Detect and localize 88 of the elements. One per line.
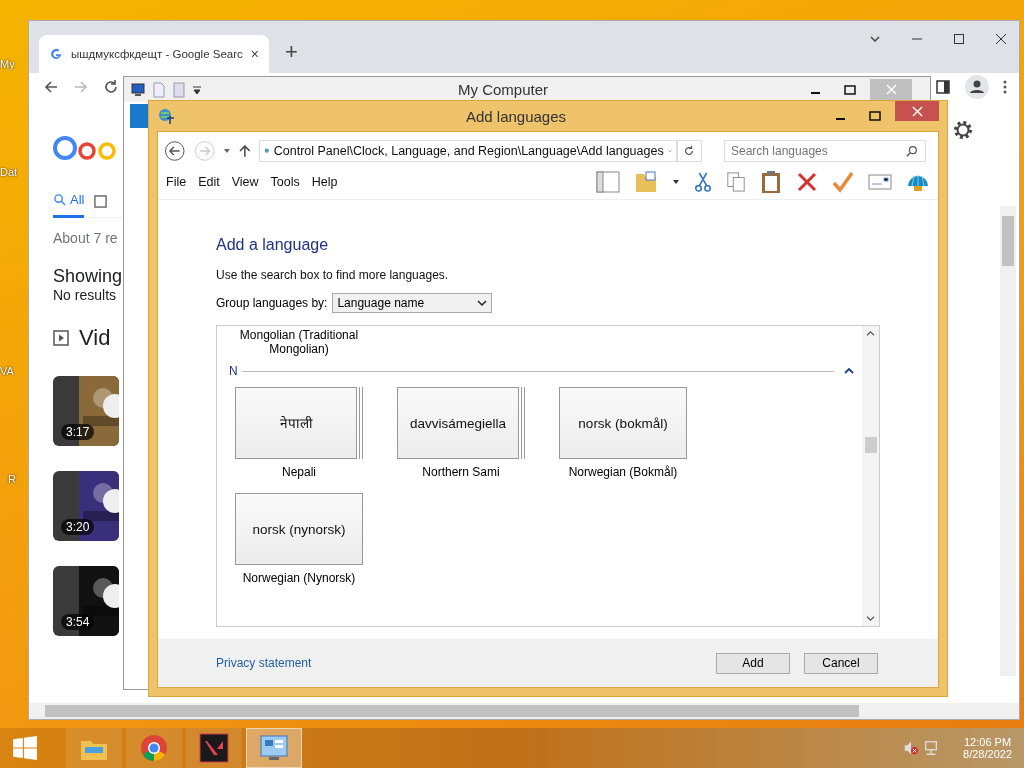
- refresh-button[interactable]: [676, 140, 702, 162]
- close-icon: [911, 105, 923, 117]
- back-icon[interactable]: [43, 79, 59, 95]
- reload-icon[interactable]: [103, 79, 119, 95]
- hint-text: Use the search box to find more languages.: [216, 268, 450, 282]
- sidebar-icon[interactable]: [935, 79, 951, 95]
- browser-tab[interactable]: ышдмуксфкдещт - Google Searc ×: [39, 35, 269, 73]
- chevron-down-icon[interactable]: [869, 33, 881, 45]
- logo-icon: [199, 733, 229, 763]
- close-tab-button[interactable]: ×: [250, 46, 259, 62]
- scroll-up-icon[interactable]: [866, 330, 875, 337]
- language-name: Norwegian (Bokmål): [568, 465, 678, 479]
- video-duration: 3:20: [61, 519, 95, 535]
- add-button[interactable]: Add: [716, 652, 790, 674]
- menu-icon[interactable]: [1003, 79, 1007, 95]
- close-button[interactable]: [895, 101, 939, 121]
- dropdown-icon[interactable]: [192, 84, 202, 95]
- clock-time: 12:06 PM: [964, 736, 1012, 748]
- checkmark-icon[interactable]: [832, 171, 854, 193]
- menu-item[interactable]: Tools: [270, 175, 300, 189]
- result-stats: About 7 re: [53, 230, 119, 246]
- window-title: Add languages: [464, 107, 568, 125]
- control-panel-taskbar-button[interactable]: [246, 728, 302, 768]
- image-icon[interactable]: [94, 194, 108, 208]
- maximize-icon[interactable]: [953, 33, 965, 45]
- videos-heading: Vid: [79, 325, 111, 351]
- dropdown-icon[interactable]: [223, 147, 231, 155]
- language-name: Northern Sami: [422, 465, 500, 479]
- clipboard-icon[interactable]: [760, 170, 782, 194]
- copy-icon[interactable]: [726, 171, 746, 193]
- no-results-text: No results: [53, 287, 118, 303]
- close-icon: [885, 84, 897, 95]
- back-icon[interactable]: [164, 140, 186, 162]
- chrome-taskbar-button[interactable]: [126, 728, 182, 768]
- menu-item[interactable]: Edit: [198, 175, 220, 189]
- clock-date: 8/28/2022: [963, 748, 1012, 760]
- search-field[interactable]: Search languages: [724, 140, 926, 162]
- language-name: Mongolian (Traditional Mongolian): [238, 328, 360, 356]
- valorant-taskbar-button[interactable]: [186, 728, 242, 768]
- video-duration: 3:54: [61, 614, 95, 630]
- monitor-icon: [259, 733, 289, 763]
- group-dropdown[interactable]: Language name: [332, 293, 493, 313]
- collapse-icon[interactable]: [844, 367, 854, 375]
- scroll-down-icon[interactable]: [866, 615, 875, 622]
- cancel-button[interactable]: Cancel: [804, 652, 878, 674]
- video-duration: 3:17: [61, 424, 95, 440]
- group-label: Group languages by:: [216, 296, 328, 310]
- close-icon[interactable]: [995, 33, 1007, 45]
- window-title: My Computer: [458, 81, 550, 98]
- scroll-thumb[interactable]: [864, 437, 877, 453]
- computer-icon: [130, 81, 146, 98]
- up-icon[interactable]: [238, 144, 251, 158]
- maximize-icon[interactable]: [869, 110, 881, 122]
- search-tab[interactable]: All: [53, 184, 85, 218]
- language-tile[interactable]: norsk (bokmål): [559, 387, 687, 459]
- address-bar[interactable]: Control Panel\Clock, Language, and Region\Language\Add languages: [258, 140, 677, 162]
- privacy-link[interactable]: Privacy statement: [216, 656, 312, 670]
- settings-icon[interactable]: [951, 118, 975, 142]
- group-letter: N: [229, 364, 238, 378]
- language-tile[interactable]: norsk (nynorsk): [235, 493, 363, 565]
- new-tab-button[interactable]: +: [284, 39, 298, 65]
- search-icon[interactable]: [906, 145, 918, 157]
- google-icon: [49, 47, 63, 61]
- refresh-icon: [683, 145, 696, 157]
- card-icon[interactable]: [868, 172, 892, 192]
- search-icon: [53, 193, 66, 206]
- profile-icon[interactable]: [965, 75, 989, 99]
- menu-item[interactable]: Help: [311, 175, 338, 189]
- maximize-icon[interactable]: [844, 83, 856, 96]
- menu-item[interactable]: File: [166, 175, 187, 189]
- showing-heading: Showing: [53, 266, 124, 287]
- delete-icon[interactable]: [796, 171, 818, 193]
- tab-title: ышдмуксфкдещт - Google Searc: [71, 48, 243, 60]
- scrollbar[interactable]: [29, 703, 1019, 719]
- windows-logo-icon[interactable]: [12, 735, 38, 761]
- muted-speaker-icon[interactable]: [903, 740, 920, 756]
- chevron-down-icon: [477, 298, 488, 308]
- language-name: Norwegian (Nynorsk): [242, 571, 356, 585]
- browser-icon: [139, 733, 169, 763]
- scissors-icon[interactable]: [694, 170, 712, 194]
- scrollbar[interactable]: [1000, 206, 1016, 676]
- language-name: Nepali: [282, 465, 316, 479]
- layout-icon[interactable]: [596, 170, 620, 194]
- play-icon: [53, 330, 69, 346]
- dropdown-icon[interactable]: [672, 178, 680, 186]
- page-heading: Add a language: [216, 236, 330, 254]
- menu-item[interactable]: View: [231, 175, 259, 189]
- scrollbar[interactable]: [862, 326, 879, 626]
